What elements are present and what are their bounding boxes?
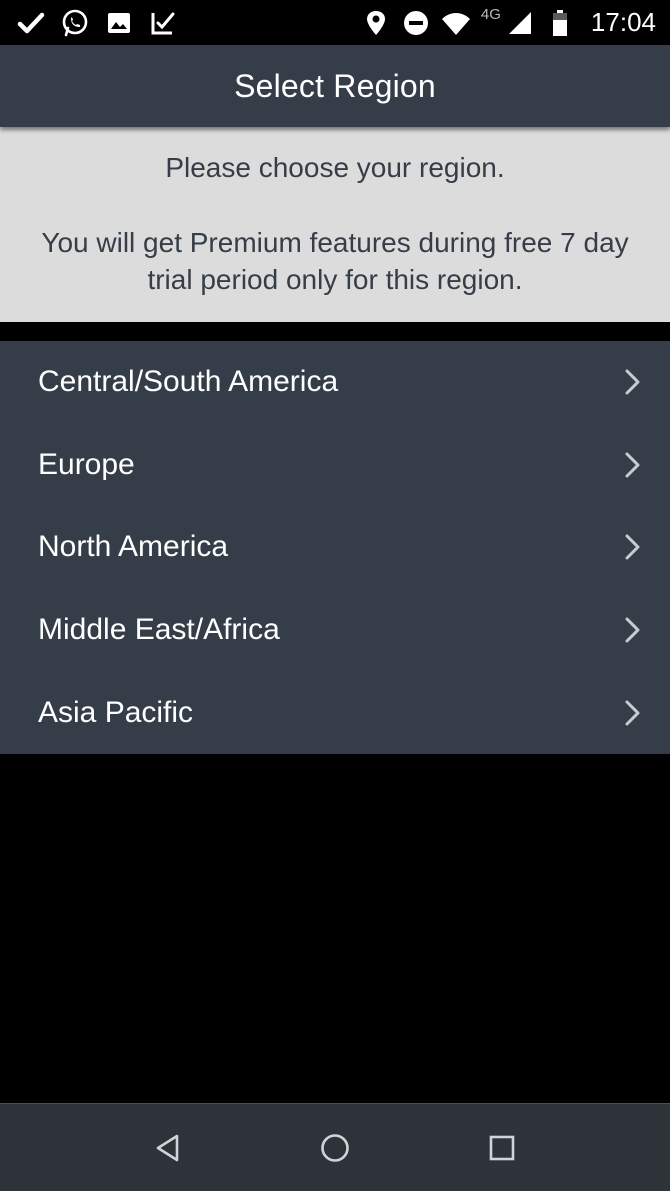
recent-apps-icon	[489, 1135, 515, 1161]
navigation-bar	[0, 1103, 670, 1191]
info-panel: Please choose your region. You will get …	[0, 127, 670, 322]
chevron-right-icon	[625, 700, 640, 726]
network-type-label: 4G	[480, 6, 501, 23]
region-label: Middle East/Africa	[38, 613, 280, 647]
app-header: Select Region	[0, 45, 670, 127]
info-instruction: Please choose your region.	[165, 152, 505, 183]
region-label: Asia Pacific	[38, 695, 194, 729]
status-bar: 4G 17:04	[0, 0, 670, 45]
recent-apps-button[interactable]	[480, 1126, 524, 1170]
region-item-north-america[interactable]: North America	[0, 506, 670, 589]
battery-icon	[552, 9, 567, 36]
check-icon	[17, 12, 45, 33]
home-icon	[321, 1134, 349, 1162]
region-item-europe[interactable]: Europe	[0, 424, 670, 507]
clock: 17:04	[590, 7, 656, 37]
region-item-central-south-america[interactable]: Central/South America	[0, 341, 670, 424]
region-item-middle-east-africa[interactable]: Middle East/Africa	[0, 589, 670, 672]
region-label: Europe	[38, 447, 135, 481]
chevron-right-icon	[625, 617, 640, 643]
chevron-right-icon	[625, 534, 640, 560]
region-label: Central/South America	[38, 365, 339, 399]
chevron-right-icon	[625, 369, 640, 395]
home-button[interactable]	[313, 1126, 357, 1170]
wifi-icon	[441, 12, 470, 35]
signal-icon	[508, 11, 531, 34]
delivery-icon	[151, 12, 175, 34]
image-icon	[108, 12, 130, 33]
empty-area	[0, 754, 670, 1103]
whatsapp-icon	[62, 9, 88, 36]
status-system: 4G 17:04	[361, 0, 656, 45]
page-title: Select Region	[234, 67, 436, 104]
location-icon	[366, 10, 385, 35]
chevron-right-icon	[625, 452, 640, 478]
back-icon	[156, 1134, 179, 1162]
region-list: Central/South America Europe North Ameri…	[0, 341, 670, 754]
status-notifications	[16, 0, 178, 45]
region-label: North America	[38, 530, 229, 564]
region-item-asia-pacific[interactable]: Asia Pacific	[0, 671, 670, 754]
do-not-disturb-icon	[403, 10, 428, 35]
info-trial-notice: You will get Premium features during fre…	[41, 227, 629, 295]
back-button[interactable]	[146, 1126, 190, 1170]
